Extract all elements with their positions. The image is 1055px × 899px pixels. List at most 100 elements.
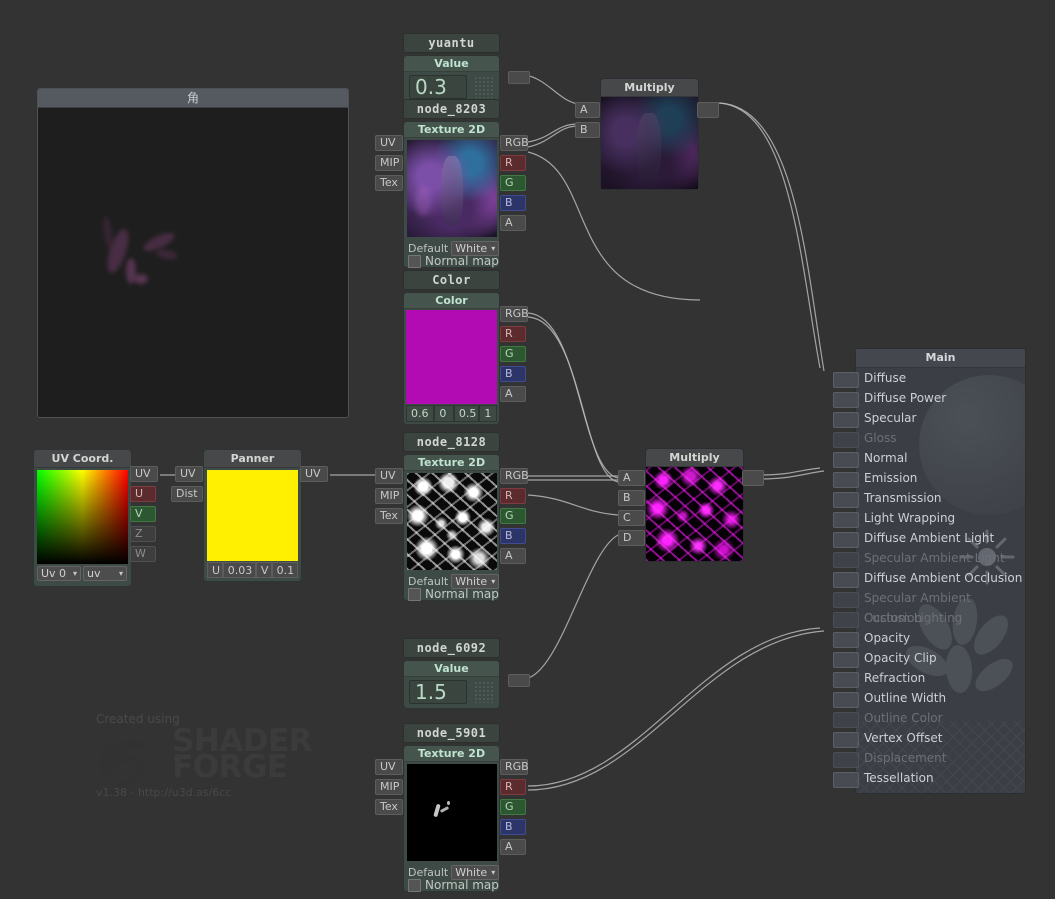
texture-preview[interactable]	[407, 473, 497, 570]
node-body[interactable]: Texture 2D Default White ▾ Normal map	[403, 745, 500, 892]
main-property-vertex-offset[interactable]: Vertex Offset	[856, 728, 1025, 748]
output-socket-a[interactable]: A	[500, 215, 526, 231]
uv-mode-select[interactable]: uv ▾	[83, 566, 127, 581]
output-socket-rgb[interactable]: RGB	[500, 135, 529, 151]
main-property-displacement[interactable]: Displacement	[856, 748, 1025, 768]
normal-map-checkbox[interactable]	[408, 878, 421, 892]
main-property-list[interactable]: Diffuse Diffuse Power Specular Gloss Normal E…	[856, 368, 1025, 788]
output-socket-a[interactable]: A	[500, 839, 526, 855]
output-socket-g[interactable]: G	[500, 508, 526, 524]
input-socket-b[interactable]: B	[575, 122, 600, 138]
resize-grip[interactable]	[474, 76, 495, 98]
rgba-b[interactable]: 0.5	[453, 405, 480, 422]
output-socket-value[interactable]	[508, 674, 530, 687]
input-socket-mip[interactable]: MIP	[375, 488, 403, 504]
panner-preview[interactable]	[207, 470, 298, 561]
node-body[interactable]: Multiply	[645, 448, 744, 562]
output-socket-uv[interactable]: UV	[130, 466, 158, 482]
output-socket-r[interactable]: R	[500, 779, 526, 795]
main-property-transmission[interactable]: Transmission	[856, 488, 1025, 508]
uv-gradient-preview[interactable]	[37, 470, 128, 564]
output-socket-b[interactable]: B	[500, 528, 526, 544]
input-socket-c[interactable]: C	[618, 510, 645, 526]
main-property-diffuse-ambient-light[interactable]: Diffuse Ambient Light	[856, 528, 1025, 548]
output-socket-v[interactable]: V	[130, 506, 156, 522]
normal-map-checkbox[interactable]	[408, 254, 421, 268]
node-multiply-top[interactable]: Multiply A B	[575, 78, 719, 190]
output-socket-u[interactable]: U	[130, 486, 156, 502]
main-property-opacity-clip[interactable]: Opacity Clip	[856, 648, 1025, 668]
uv-channel-select[interactable]: Uv 0 ▾	[37, 566, 81, 581]
output-socket-w[interactable]: W	[130, 546, 156, 562]
output-socket-uv[interactable]: UV	[300, 466, 328, 482]
main-property-specular-ambient-occlusion[interactable]: Specular Ambient Occlusion	[856, 588, 1025, 625]
output-socket-b[interactable]: B	[500, 366, 526, 382]
node-yuantu[interactable]: yuantu Value 0.3	[403, 33, 530, 104]
texture-preview[interactable]	[407, 764, 497, 861]
output-socket-b[interactable]: B	[500, 195, 526, 211]
output-socket[interactable]	[697, 102, 719, 118]
output-socket-r[interactable]: R	[500, 488, 526, 504]
color-swatch[interactable]	[406, 310, 497, 404]
value-field[interactable]: 0.3	[409, 75, 467, 99]
rgba-fields[interactable]: 0.6 0 0.5 1	[406, 405, 497, 422]
node-6092[interactable]: node_6092 Value 1.5	[403, 638, 530, 709]
output-socket-r[interactable]: R	[500, 326, 526, 342]
normal-map-row[interactable]: Normal map	[408, 587, 499, 601]
input-socket-b[interactable]: B	[618, 490, 645, 506]
node-body[interactable]: Value 0.3	[403, 55, 500, 104]
input-socket-uv[interactable]: UV	[175, 466, 203, 482]
input-socket-mip[interactable]: MIP	[375, 779, 403, 795]
output-socket-rgb[interactable]: RGB	[500, 468, 529, 484]
node-body[interactable]: Texture 2D Default White ▾ Normal map	[403, 121, 500, 268]
normal-map-row[interactable]: Normal map	[408, 254, 499, 268]
main-property-tessellation[interactable]: Tessellation	[856, 768, 1025, 788]
output-socket-g[interactable]: G	[500, 799, 526, 815]
output-socket-a[interactable]: A	[500, 548, 526, 564]
rgba-a[interactable]: 1	[479, 405, 497, 422]
output-socket-r[interactable]: R	[500, 155, 526, 171]
input-socket-uv[interactable]: UV	[375, 135, 403, 151]
output-socket-rgb[interactable]: RGB	[500, 306, 529, 322]
texture-preview[interactable]	[407, 140, 497, 237]
output-socket[interactable]	[742, 470, 764, 486]
input-socket-mip[interactable]: MIP	[375, 155, 403, 171]
input-socket-tex[interactable]: Tex	[375, 175, 403, 191]
main-property-gloss[interactable]: Gloss	[856, 428, 1025, 448]
normal-map-row[interactable]: Normal map	[408, 878, 499, 892]
node-uv-coord[interactable]: UV Coord. Uv 0 ▾ uv ▾ UV U V Z W	[33, 449, 158, 587]
node-body[interactable]: UV Coord. Uv 0 ▾ uv ▾	[33, 449, 132, 587]
node-body[interactable]: Multiply	[600, 78, 699, 190]
node-body[interactable]: Color 0.6 0 0.5 1	[403, 292, 500, 425]
input-socket-tex[interactable]: Tex	[375, 799, 403, 815]
output-socket-g[interactable]: G	[500, 175, 526, 191]
output-socket-a[interactable]: A	[500, 386, 526, 402]
node-8128[interactable]: node_8128 Texture 2D Default White ▾ Nor…	[375, 432, 529, 601]
node-body[interactable]: Texture 2D Default White ▾ Normal map	[403, 454, 500, 601]
input-socket-tex[interactable]: Tex	[375, 508, 403, 524]
input-socket-uv[interactable]: UV	[375, 468, 403, 484]
input-socket-uv[interactable]: UV	[375, 759, 403, 775]
main-property-opacity[interactable]: Opacity	[856, 628, 1025, 648]
node-5901[interactable]: node_5901 Texture 2D Default White ▾ Nor…	[375, 723, 529, 892]
main-property-emission[interactable]: Emission	[856, 468, 1025, 488]
main-shader-node[interactable]: Main Diffuse Diffuse Power Specular Gloss No…	[855, 348, 1026, 794]
main-property-outline-width[interactable]: Outline Width	[856, 688, 1025, 708]
panner-u-value[interactable]: 0.03	[222, 562, 256, 578]
input-socket-d[interactable]: D	[618, 530, 645, 546]
input-socket-dist[interactable]: Dist	[171, 486, 203, 502]
main-property-refraction[interactable]: Refraction	[856, 668, 1025, 688]
shader-preview-panel[interactable]: 角	[37, 88, 349, 418]
node-body[interactable]: Panner U 0.03 V 0.1	[203, 449, 302, 582]
input-socket-a[interactable]: A	[618, 470, 645, 486]
value-field[interactable]: 1.5	[409, 680, 467, 704]
node-multiply-mid[interactable]: Multiply A B C D	[618, 448, 764, 562]
rgba-g[interactable]: 0	[434, 405, 454, 422]
main-property-diffuse-ambient-occlusion[interactable]: Diffuse Ambient Occlusion	[856, 568, 1025, 588]
panner-v-value[interactable]: 0.1	[271, 562, 298, 578]
output-socket-z[interactable]: Z	[130, 526, 156, 542]
main-property-custom-lighting[interactable]: Custom Lighting	[856, 608, 1025, 628]
main-property-specular-ambient-light[interactable]: Specular Ambient Light	[856, 548, 1025, 568]
main-property-diffuse[interactable]: Diffuse	[856, 368, 1025, 388]
multiply-preview[interactable]	[601, 97, 698, 189]
